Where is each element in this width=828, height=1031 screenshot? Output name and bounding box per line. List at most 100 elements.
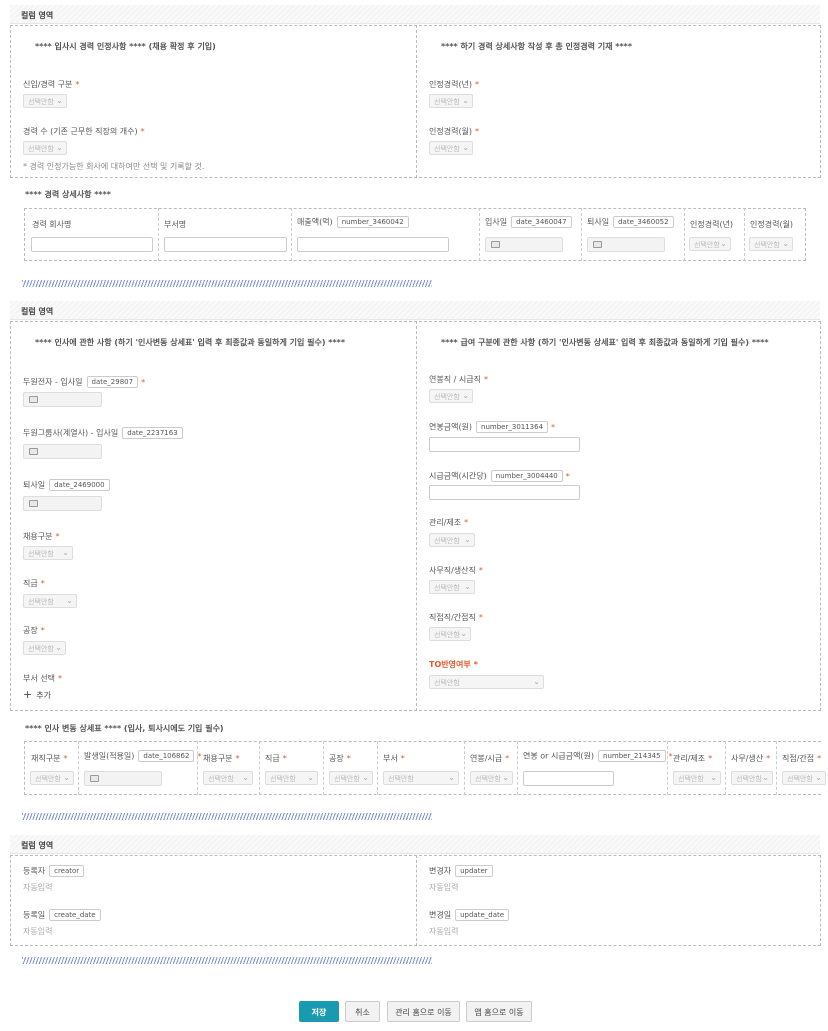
col-months: 인정경력(월) — [750, 220, 794, 229]
col-factory: 공장 * — [329, 754, 351, 763]
col-amount: 연봉 or 시급금액(원) number_214345 * — [523, 750, 673, 762]
section-header: 컬럼 영역 — [10, 835, 820, 854]
app-home-button[interactable]: 앱 홈으로 이동 — [466, 1001, 532, 1022]
change-detail-title: **** 인사 변동 상세표 **** (입사, 퇴사시에도 기입 필수) — [25, 724, 224, 733]
calendar-icon — [491, 241, 500, 248]
direct-label: 직접직/간접직 * — [429, 613, 483, 622]
approved-years-select[interactable]: 선택안함 ⌄ — [429, 94, 473, 108]
sales-input[interactable] — [297, 237, 449, 252]
chevron-down-icon: ⌄ — [710, 773, 717, 782]
salary-amount-input[interactable] — [429, 437, 580, 452]
col-hire: 채용구분 * — [203, 754, 240, 763]
office-select[interactable]: 선택안함 ⌄ — [429, 580, 475, 594]
direct-select[interactable]: 선택안함 ⌄ — [429, 627, 471, 641]
chevron-down-icon: ⌄ — [362, 773, 369, 782]
status-select[interactable]: 선택안함 ⌄ — [30, 771, 74, 785]
to-select[interactable]: 선택안함 ⌄ — [429, 675, 544, 689]
rank-select[interactable]: 선택안함 ⌄ — [23, 594, 77, 608]
col-leave: 퇴사일 date_3460052 — [587, 216, 674, 228]
dept-select-label: 부서 선택 * — [23, 674, 62, 683]
career-detail-title: **** 경력 상세사항 **** — [25, 190, 111, 199]
section-divider — [22, 813, 432, 820]
section-header: 컬럼 영역 — [10, 301, 820, 320]
created-value: 자동입력 — [23, 927, 53, 936]
change-date-input[interactable] — [84, 771, 162, 786]
chevron-down-icon: ⌄ — [448, 773, 455, 782]
career-type-select[interactable]: 선택안함 ⌄ — [23, 94, 67, 108]
col-dept: 부서명 — [164, 220, 187, 229]
salary-note: **** 급여 구분에 관한 사항 (하기 '인사변동 상세표' 입력 후 최종… — [441, 338, 769, 347]
chevron-down-icon: ⌄ — [502, 773, 509, 782]
row-factory-select[interactable]: 선택안함 ⌄ — [329, 771, 373, 785]
row-office-select[interactable]: 선택안함 ⌄ — [731, 771, 773, 785]
chevron-down-icon: ⌄ — [460, 629, 467, 638]
hourly-amount-input[interactable] — [429, 485, 580, 500]
leave-date-input[interactable] — [587, 237, 665, 252]
join-date-input[interactable] — [485, 237, 563, 252]
group-join-date[interactable] — [23, 444, 102, 459]
row-months-select[interactable]: 선택안함 ⌄ — [749, 237, 793, 251]
row-years-select[interactable]: 선택안함 ⌄ — [689, 237, 731, 251]
chevron-down-icon: ⌄ — [62, 548, 69, 557]
add-dept-button[interactable]: + 추가 — [23, 688, 51, 701]
section-divider — [22, 957, 432, 964]
column-divider — [416, 855, 417, 946]
chevron-down-icon: ⌄ — [66, 596, 73, 605]
doowon-join-date[interactable] — [23, 392, 102, 407]
row-mgmt-select[interactable]: 선택안함 ⌄ — [673, 771, 721, 785]
to-label: TO반영여부 * — [429, 660, 478, 669]
career-count-select[interactable]: 선택안함 ⌄ — [23, 141, 67, 155]
section-header: 컬럼 영역 — [10, 5, 820, 24]
chevron-down-icon: ⌄ — [462, 143, 469, 152]
hourly-amount-label: 시급금액(시간당) number_3004440 * — [429, 470, 570, 482]
row-dept-select[interactable]: 선택안함 ⌄ — [383, 771, 459, 785]
chevron-down-icon: ⌄ — [63, 773, 70, 782]
col-mgmt: 관리/제조 * — [673, 754, 713, 763]
approved-months-label: 인정경력(월) * — [429, 127, 480, 136]
dept-name-input[interactable] — [164, 237, 287, 252]
career-type-label: 신입/경력 구분 * — [23, 80, 80, 89]
company-name-input[interactable] — [31, 237, 153, 252]
chevron-down-icon: ⌄ — [464, 582, 471, 591]
creator-label: 등록자 creator — [23, 865, 85, 877]
row-salary-select[interactable]: 선택안함 ⌄ — [470, 771, 513, 785]
row-amount-input[interactable] — [523, 771, 614, 786]
chevron-down-icon: ⌄ — [56, 96, 63, 105]
column-divider — [416, 25, 417, 178]
factory-select[interactable]: 선택안함 ⌄ — [23, 641, 66, 655]
calendar-icon — [29, 500, 38, 507]
col-date: 발생일(적용일) date_106862 * — [84, 750, 202, 762]
approved-months-select[interactable]: 선택안함 ⌄ — [429, 141, 473, 155]
calendar-icon — [29, 396, 38, 403]
admin-home-button[interactable]: 관리 홈으로 이동 — [387, 1001, 460, 1022]
leave-date-label: 퇴사일 date_2469000 — [23, 479, 110, 491]
save-button[interactable]: 저장 — [299, 1001, 339, 1022]
col-years: 인정경력(년) — [690, 220, 734, 229]
chevron-down-icon: ⌄ — [462, 391, 469, 400]
row-direct-select[interactable]: 선택안함 ⌄ — [782, 771, 826, 785]
chevron-down-icon: ⌄ — [56, 143, 63, 152]
factory-label: 공장 * — [23, 626, 45, 635]
row-hire-select[interactable]: 선택안함 ⌄ — [203, 771, 253, 785]
chevron-down-icon: ⌄ — [242, 773, 249, 782]
salary-type-select[interactable]: 선택안함 ⌄ — [429, 389, 473, 403]
creator-value: 자동입력 — [23, 883, 53, 892]
cancel-button[interactable]: 취소 — [345, 1001, 380, 1022]
calendar-icon — [593, 241, 602, 248]
mgmt-select[interactable]: 선택안함 ⌄ — [429, 533, 475, 547]
column-divider — [416, 321, 417, 711]
hire-type-select[interactable]: 선택안함 ⌄ — [23, 546, 73, 560]
col-office: 사무/생산 * — [731, 754, 771, 763]
col-status: 재직구분 * — [31, 754, 68, 763]
leave-date[interactable] — [23, 496, 102, 511]
group-join-label: 두원그룹사(계열사) - 입사일 date_2237163 — [23, 427, 183, 439]
personnel-note: **** 인사에 관한 사항 (하기 '인사변동 상세표' 입력 후 최종값과 … — [35, 338, 346, 347]
approved-years-label: 인정경력(년) * — [429, 80, 480, 89]
chevron-down-icon: ⌄ — [55, 643, 62, 652]
row-rank-select[interactable]: 선택안함 ⌄ — [265, 771, 318, 785]
chevron-down-icon: ⌄ — [307, 773, 314, 782]
calendar-icon — [29, 448, 38, 455]
chevron-down-icon: ⌄ — [815, 773, 822, 782]
chevron-down-icon: ⌄ — [720, 239, 727, 248]
office-label: 사무직/생산직 * — [429, 566, 483, 575]
